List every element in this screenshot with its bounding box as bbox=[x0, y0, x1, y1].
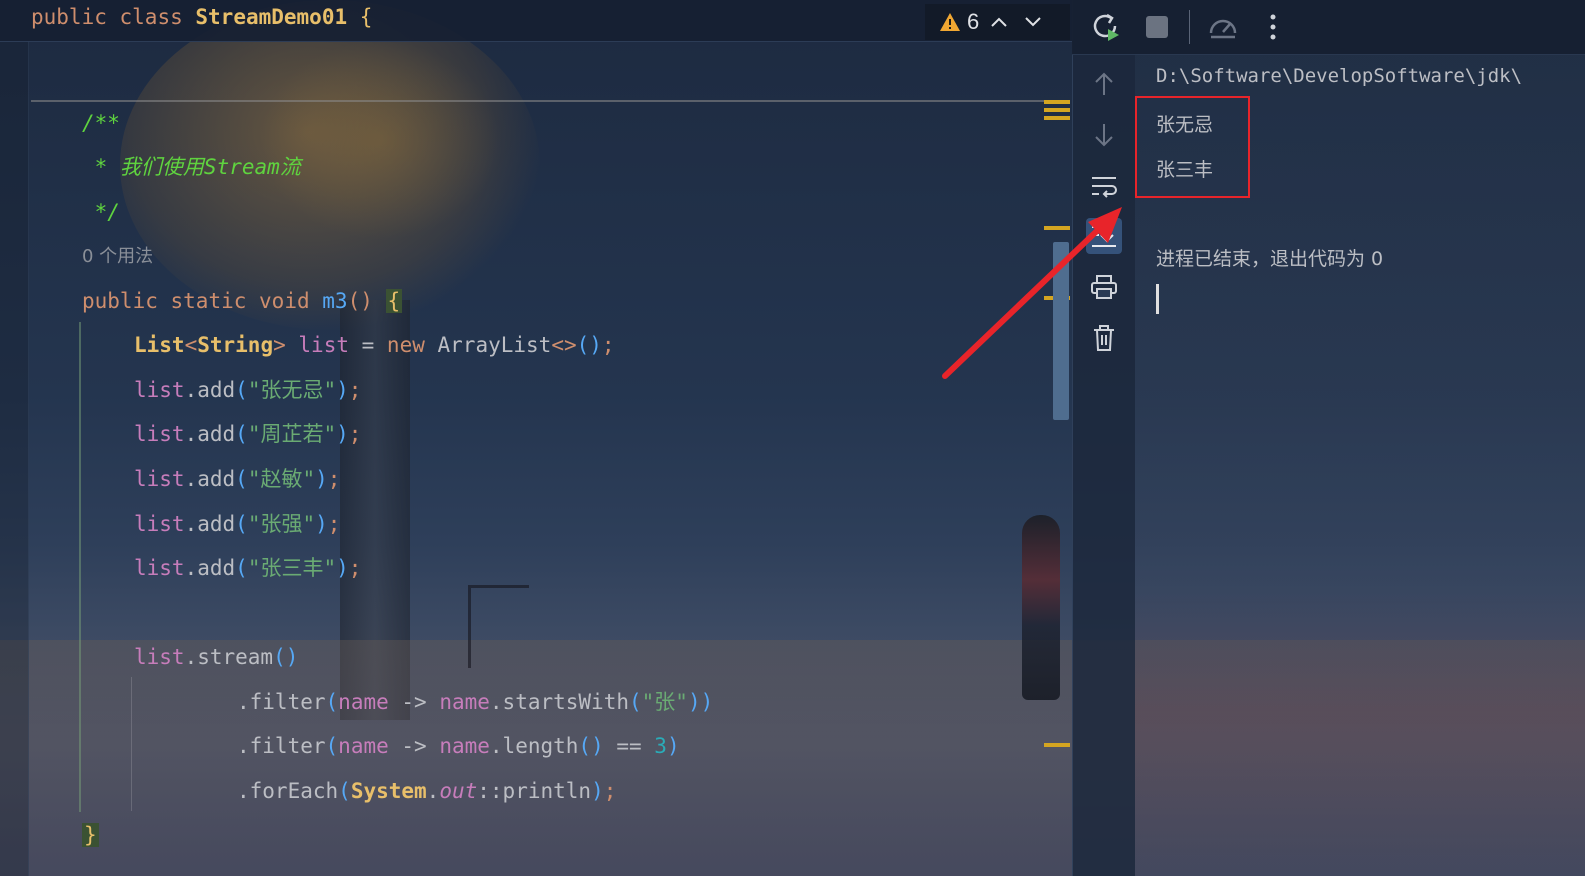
soft-wrap-button[interactable] bbox=[1086, 168, 1122, 204]
warning-icon bbox=[940, 13, 960, 31]
stripe-mark[interactable] bbox=[1044, 743, 1070, 747]
doc-comment-body: * 我们使用Stream流 bbox=[82, 155, 301, 179]
stop-icon bbox=[1146, 16, 1168, 38]
run-toolbar bbox=[1072, 0, 1585, 55]
method-signature-line: public static void m3() { bbox=[82, 289, 403, 313]
run-side-toolbar bbox=[1072, 0, 1135, 876]
console-command-path: D:\Software\DevelopSoftware\jdk\ bbox=[1156, 65, 1523, 87]
previous-highlight-button[interactable] bbox=[985, 8, 1013, 36]
warning-count: 6 bbox=[967, 9, 980, 34]
console-exit-message: 进程已结束，退出代码为 0 bbox=[1156, 248, 1384, 270]
output-highlight-box bbox=[1135, 96, 1250, 198]
print-icon bbox=[1091, 275, 1117, 299]
add-line-2: list.add("周芷若"); bbox=[134, 422, 362, 446]
print-button[interactable] bbox=[1086, 269, 1122, 305]
down-stack-button[interactable] bbox=[1086, 117, 1122, 153]
profiler-icon bbox=[1209, 19, 1237, 39]
more-icon bbox=[1270, 14, 1276, 40]
editor-gutter bbox=[0, 41, 29, 876]
sticky-class-line[interactable]: public class StreamDemo01 { bbox=[31, 5, 372, 29]
list-declaration-line: List<String> list = new ArrayList<>(); bbox=[134, 333, 615, 357]
stop-button[interactable] bbox=[1139, 9, 1175, 45]
stripe-mark[interactable] bbox=[1044, 108, 1070, 112]
trash-icon bbox=[1094, 325, 1114, 351]
matched-brace-close: } bbox=[82, 823, 99, 847]
stripe-mark[interactable] bbox=[1044, 116, 1070, 120]
rerun-icon bbox=[1093, 13, 1119, 41]
error-stripe[interactable] bbox=[1044, 100, 1070, 800]
console-input-caret[interactable] bbox=[1156, 284, 1159, 314]
code-editor[interactable]: public class StreamDemo01 { 6 /** * 我们使用… bbox=[0, 0, 1072, 876]
scroll-to-end-icon bbox=[1092, 225, 1116, 247]
method-scope-guide bbox=[79, 322, 81, 812]
toolbar-separator bbox=[1189, 10, 1190, 44]
inspection-widget[interactable]: 6 bbox=[925, 4, 1070, 40]
up-stack-button[interactable] bbox=[1086, 66, 1122, 102]
profiler-button[interactable] bbox=[1205, 9, 1241, 45]
scroll-to-end-button[interactable] bbox=[1086, 218, 1122, 254]
chevron-up-icon bbox=[991, 17, 1007, 27]
doc-comment-close: */ bbox=[82, 200, 120, 224]
method-separator bbox=[31, 100, 1049, 102]
doc-comment-open: /** bbox=[82, 111, 120, 135]
sticky-lines-header: public class StreamDemo01 { bbox=[0, 0, 1072, 42]
chain-indent-guide bbox=[131, 677, 132, 811]
filter-length-line: .filter(name -> name.length() == 3) bbox=[237, 734, 680, 758]
next-highlight-button[interactable] bbox=[1019, 8, 1047, 36]
filter-startswith-line: .filter(name -> name.startsWith("张")) bbox=[237, 690, 714, 714]
usages-inlay-hint[interactable]: 0 个用法 bbox=[82, 242, 153, 272]
down-arrow-icon bbox=[1095, 124, 1113, 147]
add-line-5: list.add("张三丰"); bbox=[134, 556, 362, 580]
chevron-down-icon bbox=[1025, 17, 1041, 27]
up-arrow-icon bbox=[1095, 72, 1113, 95]
stripe-mark[interactable] bbox=[1044, 100, 1070, 104]
foreach-line: .forEach(System.out::println); bbox=[237, 779, 617, 803]
add-line-1: list.add("张无忌"); bbox=[134, 378, 362, 402]
editor-scrollbar[interactable] bbox=[1053, 242, 1069, 420]
stream-line: list.stream() bbox=[134, 645, 299, 669]
clear-all-button[interactable] bbox=[1086, 320, 1122, 356]
more-options-button[interactable] bbox=[1255, 9, 1291, 45]
stripe-mark[interactable] bbox=[1044, 226, 1070, 230]
method-closing-brace: } bbox=[82, 820, 99, 850]
add-line-3: list.add("赵敏"); bbox=[134, 467, 341, 491]
soft-wrap-icon bbox=[1092, 177, 1117, 198]
matched-brace-open: { bbox=[385, 289, 403, 313]
rerun-button[interactable] bbox=[1088, 9, 1124, 45]
add-line-4: list.add("张强"); bbox=[134, 512, 341, 536]
